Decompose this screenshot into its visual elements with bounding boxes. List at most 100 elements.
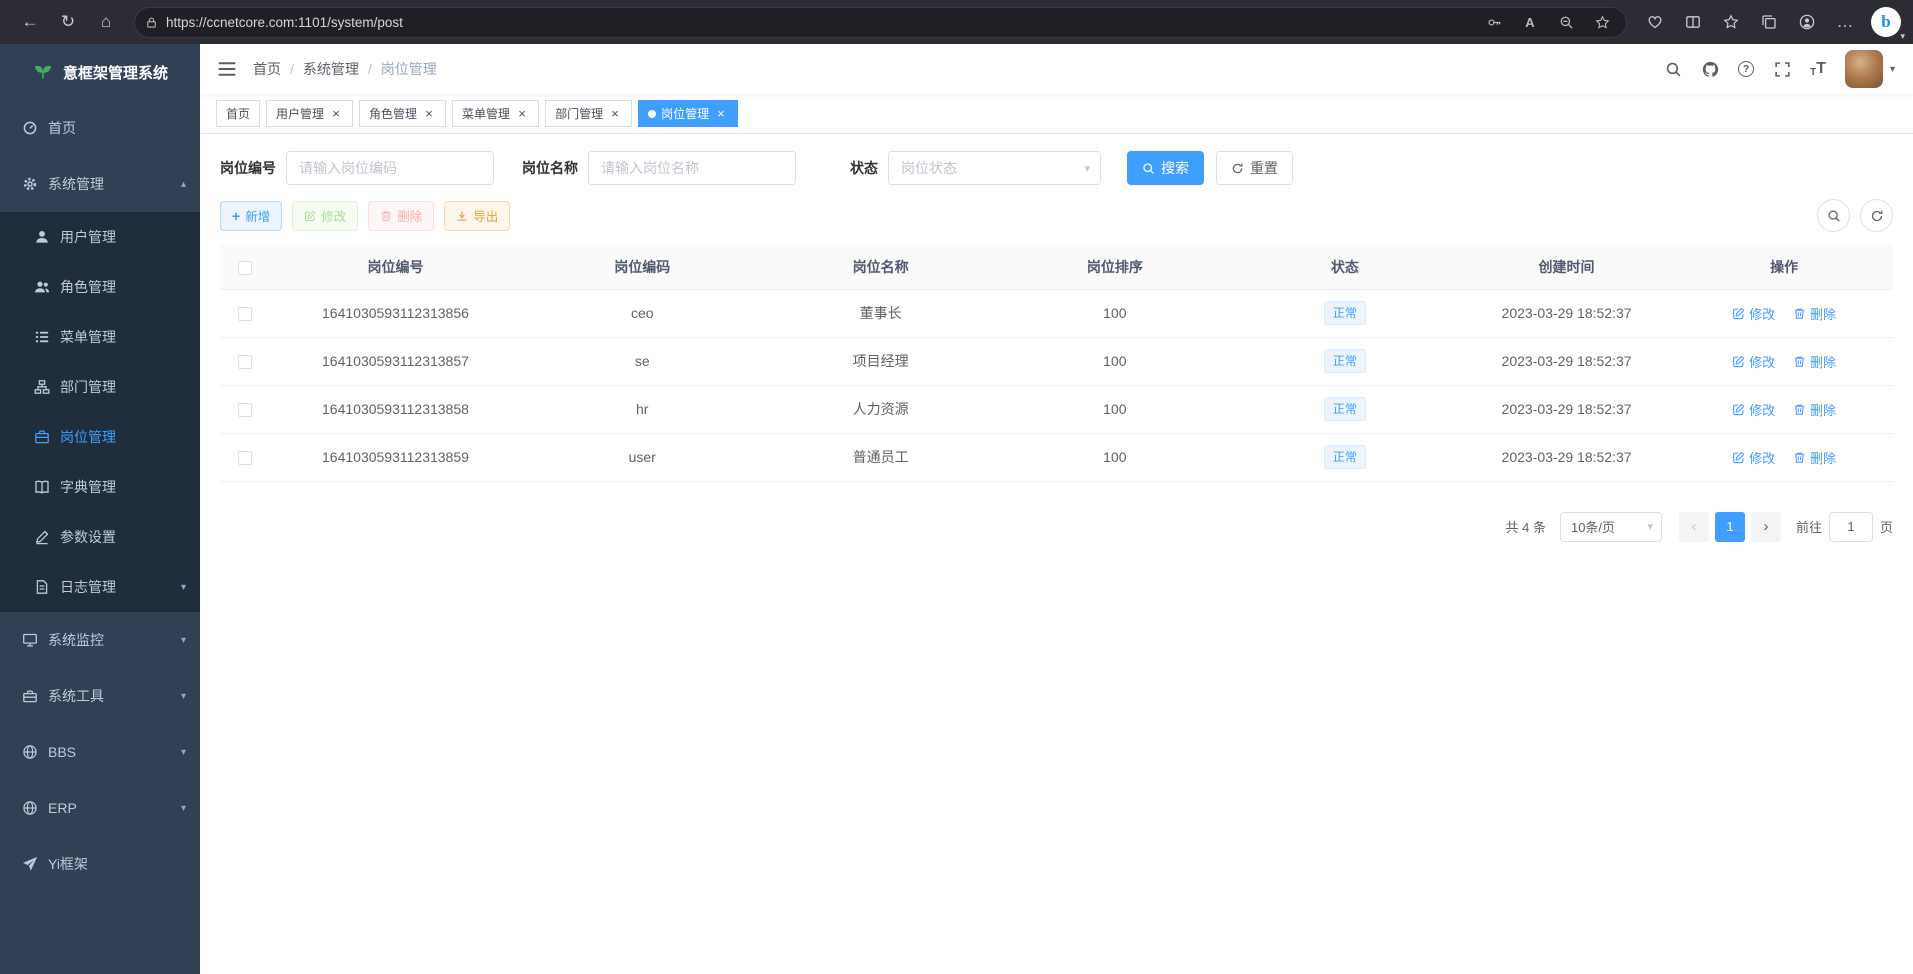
sidebar-item-label: 部门管理 [60,377,116,397]
zoom-out-icon[interactable] [1552,8,1580,36]
help-icon[interactable]: ? [1738,61,1754,77]
sidebar-item-param-settings[interactable]: 参数设置 [0,512,200,562]
browser-menu-button[interactable]: … [1827,5,1863,39]
browser-back-button[interactable]: ← [12,5,48,39]
address-bar[interactable]: https://ccnetcore.com:1101/system/post A [134,7,1627,38]
table-row: 1641030593112313856 ceo 董事长 100 正常 2023-… [220,289,1893,337]
breadcrumb-system-mgmt[interactable]: 系统管理 [303,59,359,79]
tab-post-mgmt[interactable]: 岗位管理× [638,100,738,127]
browser-chrome: ← ↻ ⌂ https://ccnetcore.com:1101/system/… [0,0,1913,44]
header-search-icon[interactable] [1664,60,1682,78]
sidebar-item-dict-mgmt[interactable]: 字典管理 [0,462,200,512]
tab-home[interactable]: 首页 [216,100,260,127]
select-all-checkbox[interactable] [238,261,252,275]
row-delete-link[interactable]: 删除 [1793,352,1836,371]
cell-post-id: 1641030593112313858 [270,385,521,433]
tab-close-icon[interactable]: × [714,107,728,121]
cell-post-name: 项目经理 [764,337,998,385]
sidebar-item-menu-mgmt[interactable]: 菜单管理 [0,312,200,362]
sidebar-item-log-mgmt[interactable]: 日志管理▾ [0,562,200,612]
tab-close-icon[interactable]: × [515,107,529,121]
tab-label: 角色管理 [369,105,417,122]
table-row: 1641030593112313859 user 普通员工 100 正常 202… [220,433,1893,481]
sidebar-item-user-mgmt[interactable]: 用户管理 [0,212,200,262]
cell-created: 2023-03-29 18:52:37 [1458,433,1675,481]
tab-user-mgmt[interactable]: 用户管理× [266,100,353,127]
breadcrumb-home[interactable]: 首页 [253,59,281,79]
tab-role-mgmt[interactable]: 角色管理 × [359,100,446,127]
sidebar-item-system-tools[interactable]: 系统工具 ▾ [0,668,200,724]
row-edit-link[interactable]: 修改 [1732,304,1775,323]
sidebar-item-erp[interactable]: ERP ▾ [0,780,200,836]
sidebar-item-home[interactable]: 首页 [0,100,200,156]
col-status: 状态 [1232,245,1458,289]
fullscreen-icon[interactable] [1773,60,1791,78]
add-favorite-star-icon[interactable] [1588,8,1616,36]
row-delete-link[interactable]: 删除 [1793,400,1836,419]
table-header-row: 岗位编号 岗位编码 岗位名称 岗位排序 状态 创建时间 操作 [220,245,1893,289]
page-number-button[interactable]: 1 [1715,512,1745,542]
hamburger-icon[interactable] [218,61,237,77]
collections-button[interactable] [1751,5,1787,39]
export-button[interactable]: 导出 [444,201,510,231]
password-key-icon[interactable] [1480,8,1508,36]
cell-post-sort: 100 [998,433,1232,481]
github-icon[interactable] [1701,60,1719,78]
page-size-select[interactable]: 10条/页 ▾ [1560,512,1662,542]
row-checkbox[interactable] [238,355,252,369]
chevron-down-icon: ▾ [1084,162,1090,175]
tab-close-icon[interactable]: × [329,107,343,121]
tab-close-icon[interactable]: × [422,107,436,121]
post-code-input[interactable] [286,151,494,185]
bing-copilot-button[interactable]: b ▾ [1871,7,1901,37]
col-post-id: 岗位编号 [270,245,521,289]
search-button[interactable]: 搜索 [1127,151,1204,185]
next-page-button[interactable]: › [1751,512,1781,542]
cell-post-code: se [521,337,764,385]
tab-close-icon[interactable]: × [608,107,622,121]
browser-reload-button[interactable]: ↻ [50,5,86,39]
prev-page-button[interactable]: ‹ [1679,512,1709,542]
chevron-down-icon: ▾ [181,635,186,646]
sidebar-item-system-monitor[interactable]: 系统监控 ▾ [0,612,200,668]
favorites-button[interactable] [1713,5,1749,39]
row-edit-link[interactable]: 修改 [1732,352,1775,371]
reset-button[interactable]: 重置 [1216,151,1293,185]
row-checkbox[interactable] [238,451,252,465]
sidebar-item-post-mgmt[interactable]: 岗位管理 [0,412,200,462]
status-select[interactable]: 岗位状态 ▾ [888,151,1101,185]
browser-essentials-button[interactable] [1637,5,1673,39]
trash-icon [1793,355,1806,368]
row-checkbox[interactable] [238,307,252,321]
post-name-input[interactable] [588,151,796,185]
delete-button[interactable]: 删除 [368,201,434,231]
sidebar-item-role-mgmt[interactable]: 角色管理 [0,262,200,312]
font-size-icon[interactable]: TT [1810,60,1826,78]
avatar-caret-icon[interactable]: ▾ [1890,64,1895,75]
row-delete-link[interactable]: 删除 [1793,304,1836,323]
tab-dept-mgmt[interactable]: 部门管理× [545,100,632,127]
user-avatar[interactable] [1845,50,1883,88]
chevron-down-icon: ▾ [181,803,186,814]
profile-button[interactable] [1789,5,1825,39]
sidebar-item-yi-framework[interactable]: Yi框架 [0,836,200,892]
read-aloud-icon[interactable]: A [1516,8,1544,36]
split-screen-button[interactable] [1675,5,1711,39]
sidebar-item-dept-mgmt[interactable]: 部门管理 [0,362,200,412]
row-edit-link[interactable]: 修改 [1732,448,1775,467]
row-checkbox[interactable] [238,403,252,417]
edit-button[interactable]: 修改 [292,201,358,231]
tab-menu-mgmt[interactable]: 菜单管理× [452,100,539,127]
refresh-table-button[interactable] [1860,199,1893,232]
row-delete-link[interactable]: 删除 [1793,448,1836,467]
add-button[interactable]: +新增 [220,201,282,231]
row-edit-link[interactable]: 修改 [1732,400,1775,419]
sidebar-item-bbs[interactable]: BBS ▾ [0,724,200,780]
browser-home-button[interactable]: ⌂ [88,5,124,39]
pagination: 共 4 条 10条/页 ▾ ‹ 1 › 前往 页 [220,512,1893,542]
sidebar-item-system-mgmt[interactable]: 系统管理 ▴ [0,156,200,212]
goto-page-input[interactable] [1829,512,1873,542]
toggle-search-button[interactable] [1817,199,1850,232]
profile-person-icon [1799,14,1815,30]
favorites-star-icon [1723,14,1739,30]
